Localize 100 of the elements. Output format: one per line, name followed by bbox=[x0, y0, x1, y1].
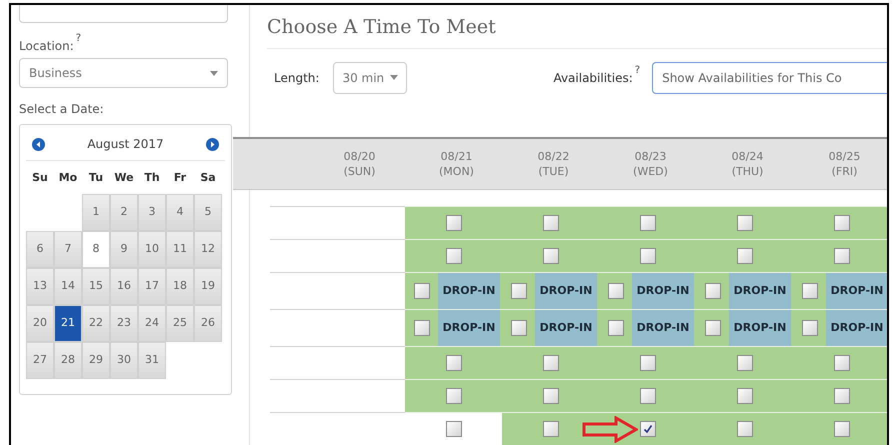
checkbox[interactable] bbox=[446, 355, 462, 371]
day-cell[interactable]: 30 bbox=[110, 342, 138, 379]
checkbox[interactable] bbox=[446, 215, 462, 231]
checkbox[interactable] bbox=[834, 215, 850, 231]
day-cell[interactable]: 8 bbox=[82, 231, 110, 268]
checkbox[interactable] bbox=[542, 248, 558, 264]
checkbox[interactable] bbox=[640, 421, 656, 437]
checkbox[interactable] bbox=[542, 388, 558, 404]
checkbox[interactable] bbox=[736, 388, 752, 404]
checkbox[interactable] bbox=[704, 320, 720, 336]
check-icon bbox=[642, 424, 652, 434]
day-name: (WED) bbox=[633, 164, 668, 179]
day-date: 08/22 bbox=[538, 148, 570, 164]
day-cell[interactable]: 2 bbox=[110, 194, 138, 231]
day-name: (SUN) bbox=[344, 164, 376, 179]
checkbox[interactable] bbox=[542, 421, 558, 437]
day-name: (THU) bbox=[732, 164, 764, 179]
weekday-label: Sa bbox=[199, 170, 217, 186]
checkbox[interactable] bbox=[802, 283, 818, 299]
drop-in-tag: DROP-IN bbox=[729, 273, 791, 309]
weekday-label: Fr bbox=[172, 170, 188, 186]
day-cell[interactable]: 12 bbox=[194, 231, 222, 268]
checkbox[interactable] bbox=[802, 320, 818, 336]
checkbox[interactable] bbox=[640, 215, 656, 231]
caret-icon bbox=[210, 70, 218, 76]
day-cell[interactable]: 5 bbox=[194, 194, 222, 231]
availabilities-select[interactable]: Show Availabilities for This Co bbox=[652, 62, 887, 94]
day-cell[interactable]: 20 bbox=[26, 305, 54, 342]
location-label: Location: bbox=[19, 38, 74, 55]
drop-in-tag: DROP-IN bbox=[826, 273, 887, 309]
checkbox[interactable] bbox=[834, 248, 850, 264]
checkbox[interactable] bbox=[608, 320, 624, 336]
checkbox[interactable] bbox=[834, 355, 850, 371]
checkbox[interactable] bbox=[736, 248, 752, 264]
drop-in-tag: DROP-IN bbox=[535, 310, 597, 346]
checkbox[interactable] bbox=[640, 355, 656, 371]
checkbox[interactable] bbox=[640, 248, 656, 264]
checkbox[interactable] bbox=[834, 421, 850, 437]
checkbox[interactable] bbox=[446, 388, 462, 404]
checkbox[interactable] bbox=[510, 283, 526, 299]
day-cell[interactable]: 31 bbox=[138, 342, 166, 379]
day-cell[interactable]: 25 bbox=[166, 305, 194, 342]
location-select[interactable]: Business bbox=[19, 58, 228, 88]
day-cell[interactable]: 3 bbox=[138, 194, 166, 231]
checkbox[interactable] bbox=[608, 283, 624, 299]
day-cell[interactable]: 6 bbox=[26, 231, 54, 268]
day-cell[interactable]: 4 bbox=[166, 194, 194, 231]
day-cell[interactable]: 1 bbox=[82, 194, 110, 231]
availabilities-label: Availabilities: bbox=[553, 70, 633, 86]
checkbox[interactable] bbox=[736, 421, 752, 437]
day-cell[interactable]: 16 bbox=[110, 268, 138, 305]
drop-in-tag: DROP-IN bbox=[826, 310, 887, 346]
day-cell[interactable]: 9 bbox=[110, 231, 138, 268]
next-month-icon[interactable] bbox=[206, 138, 219, 150]
previous-month-icon[interactable] bbox=[32, 138, 45, 150]
checkbox[interactable] bbox=[704, 283, 720, 299]
text-field[interactable] bbox=[19, 5, 228, 23]
day-cell[interactable]: 28 bbox=[54, 342, 82, 379]
length-select[interactable]: 30 min bbox=[333, 62, 408, 94]
checkbox[interactable] bbox=[834, 388, 850, 404]
checkbox[interactable] bbox=[542, 355, 558, 371]
checkbox[interactable] bbox=[542, 215, 558, 231]
drop-in-tag: DROP-IN bbox=[632, 310, 694, 346]
day-cell[interactable]: 27 bbox=[26, 342, 54, 379]
day-cell[interactable]: 10 bbox=[138, 231, 166, 268]
day-date: 08/23 bbox=[634, 148, 666, 164]
day-cell[interactable]: 29 bbox=[82, 342, 110, 379]
day-name: (MON) bbox=[439, 164, 474, 179]
checkbox[interactable] bbox=[736, 355, 752, 371]
day-cell[interactable]: 24 bbox=[138, 305, 166, 342]
day-date: 08/21 bbox=[440, 148, 472, 164]
checkbox[interactable] bbox=[640, 388, 656, 404]
checkbox[interactable] bbox=[510, 320, 526, 336]
day-cell[interactable]: 26 bbox=[194, 305, 222, 342]
day-cell[interactable]: 13 bbox=[26, 268, 54, 305]
drop-in-tag: DROP-IN bbox=[438, 273, 500, 309]
weekday-label: Mo bbox=[58, 170, 78, 186]
day-cell[interactable]: 15 bbox=[82, 268, 110, 305]
checkbox[interactable] bbox=[736, 215, 752, 231]
day-cell[interactable]: 14 bbox=[54, 268, 82, 305]
weekday-label: Tu bbox=[88, 170, 104, 186]
day-cell[interactable]: 7 bbox=[54, 231, 82, 268]
day-cell[interactable]: 23 bbox=[110, 305, 138, 342]
day-cell[interactable]: 19 bbox=[194, 268, 222, 305]
month-title: August 2017 bbox=[87, 136, 164, 153]
day-cell[interactable]: 21 bbox=[54, 305, 82, 342]
checkbox[interactable] bbox=[414, 320, 430, 336]
day-date: 08/25 bbox=[828, 148, 860, 164]
checkbox[interactable] bbox=[446, 248, 462, 264]
drop-in-tag: DROP-IN bbox=[632, 273, 694, 309]
day-cell[interactable]: 18 bbox=[166, 268, 194, 305]
checkbox[interactable] bbox=[446, 421, 462, 437]
help-mark[interactable]: ? bbox=[634, 66, 640, 76]
checkbox[interactable] bbox=[414, 283, 430, 299]
day-cell[interactable]: 11 bbox=[166, 231, 194, 268]
day-cell[interactable]: 22 bbox=[82, 305, 110, 342]
day-cell[interactable]: 17 bbox=[138, 268, 166, 305]
weekday-label: Su bbox=[31, 170, 49, 186]
weekday-label: Th bbox=[143, 170, 161, 186]
help-mark[interactable]: ? bbox=[76, 34, 82, 44]
